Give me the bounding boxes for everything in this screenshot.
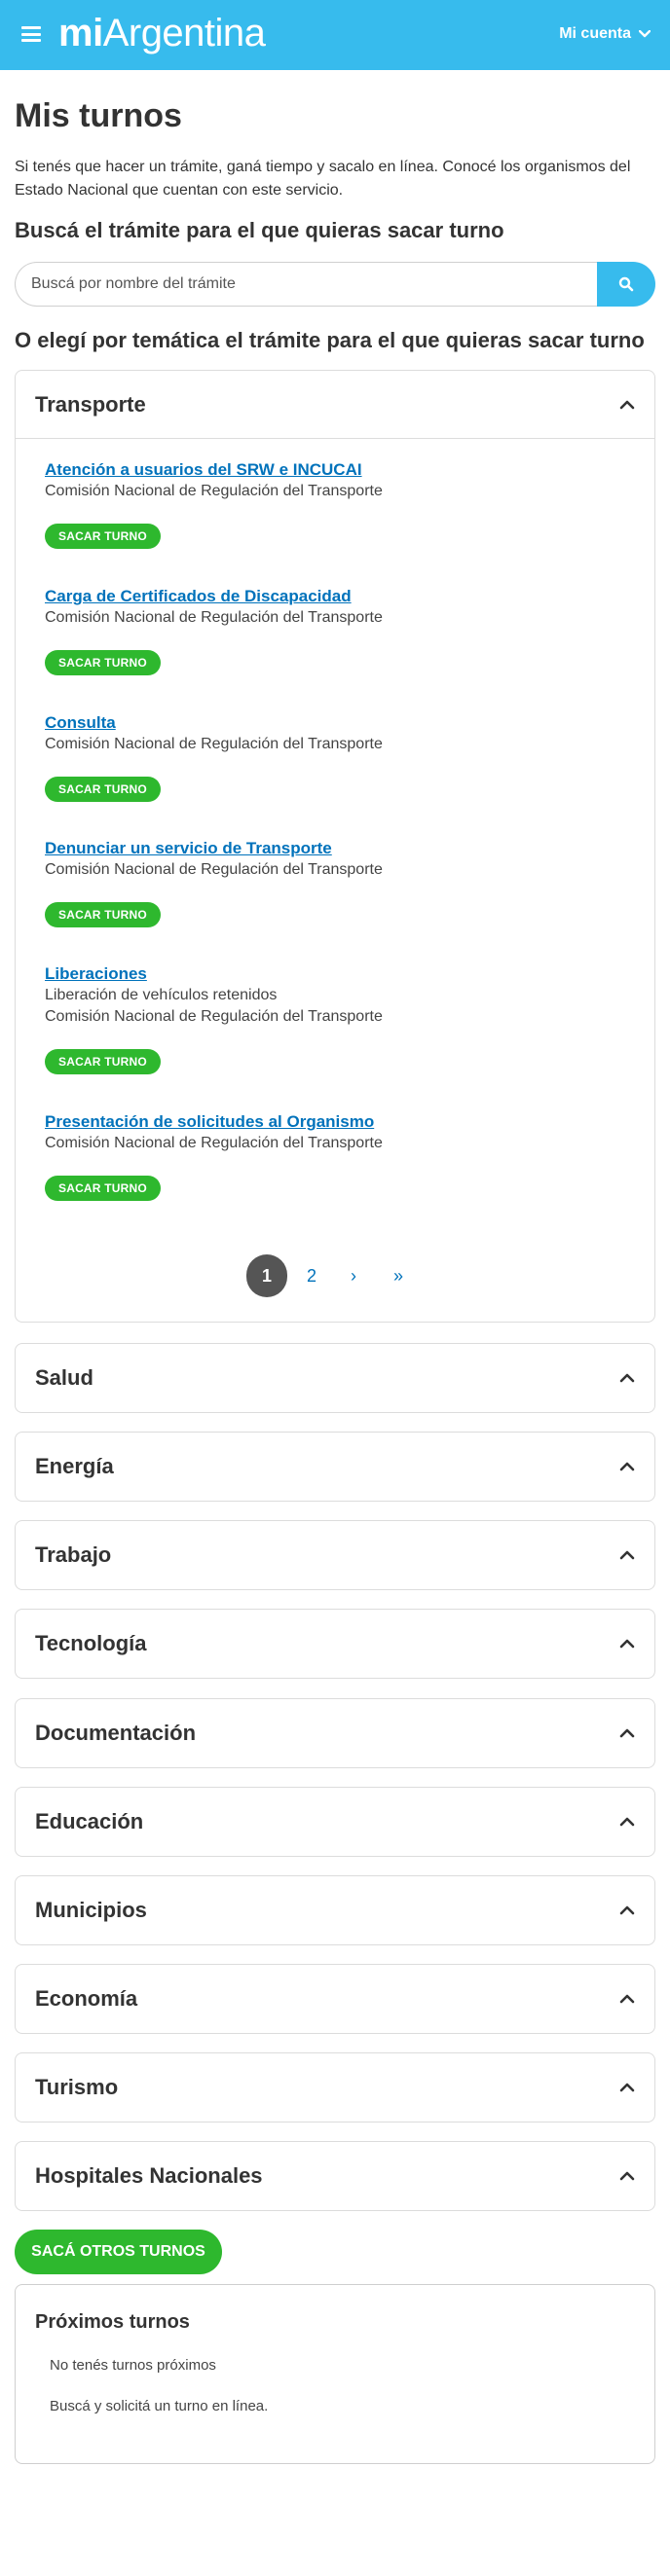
accordion-transporte: Transporte Atención a usuarios del SRW e… — [15, 370, 655, 1323]
chevron-up-icon[interactable] — [619, 1548, 635, 1562]
chevron-up-icon[interactable] — [619, 2081, 635, 2094]
search-appointment-hint: Buscá y solicitá un turno en línea. — [50, 2398, 269, 2414]
chevron-up-icon[interactable] — [619, 1637, 635, 1651]
accordion-tecnologia: Tecnología — [15, 1609, 655, 1679]
tramite-agency: Comisión Nacional de Regulación del Tran… — [45, 736, 383, 752]
sacar-turno-button[interactable]: SACAR TURNO — [45, 902, 161, 927]
tramite-item: Presentación de solicitudes al Organismo… — [45, 1111, 629, 1201]
accordion-title: Municipios — [35, 1898, 147, 1922]
search-heading: Buscá el trámite para el que quieras sac… — [15, 218, 504, 242]
accordion-header-transporte[interactable]: Transporte — [16, 371, 654, 439]
accordion-title: Transporte — [35, 392, 146, 417]
page-1-button[interactable]: 1 — [246, 1254, 287, 1297]
search-icon — [618, 276, 634, 292]
chevron-up-icon[interactable] — [619, 2169, 635, 2183]
tramite-agency: Comisión Nacional de Regulación del Tran… — [45, 1008, 383, 1025]
sacar-turno-button[interactable]: SACAR TURNO — [45, 1049, 161, 1074]
accordion-header-tecnologia[interactable]: Tecnología — [16, 1610, 654, 1678]
sacar-turno-button[interactable]: SACAR TURNO — [45, 1176, 161, 1201]
accordion-title: Energía — [35, 1454, 114, 1478]
sacar-turno-button[interactable]: SACAR TURNO — [45, 524, 161, 549]
accordion-title: Trabajo — [35, 1542, 112, 1567]
tramite-link[interactable]: Denunciar un servicio de Transporte — [45, 838, 629, 859]
accordion-documentacion: Documentación — [15, 1698, 655, 1768]
accordion-title: Tecnología — [35, 1631, 147, 1655]
accordion-title: Salud — [35, 1365, 93, 1390]
saca-otros-turnos-button[interactable]: SACÁ OTROS TURNOS — [15, 2230, 222, 2274]
tramite-item: Liberaciones Liberación de vehículos ret… — [45, 963, 629, 1074]
theme-heading: O elegí por temática el trámite para el … — [15, 328, 645, 352]
accordion-trabajo: Trabajo — [15, 1520, 655, 1590]
search-button[interactable] — [597, 262, 655, 307]
accordion-header-documentacion[interactable]: Documentación — [16, 1699, 654, 1767]
chevron-down-icon — [639, 30, 651, 38]
sacar-turno-button[interactable]: SACAR TURNO — [45, 777, 161, 802]
accordion-title: Hospitales Nacionales — [35, 2163, 263, 2188]
sacar-turno-button[interactable]: SACAR TURNO — [45, 650, 161, 675]
search-input[interactable] — [15, 262, 599, 307]
accordion-header-municipios[interactable]: Municipios — [16, 1876, 654, 1944]
logo-mi: mi — [58, 12, 103, 54]
tramite-item: Denunciar un servicio de Transporte Comi… — [45, 838, 629, 927]
tramite-item: Carga de Certificados de Discapacidad Co… — [45, 586, 629, 675]
accordion-title: Educación — [35, 1809, 144, 1833]
tramite-item: Atención a usuarios del SRW e INCUCAI Co… — [45, 459, 629, 549]
accordion-municipios: Municipios — [15, 1875, 655, 1945]
accordion-salud: Salud — [15, 1343, 655, 1413]
chevron-up-icon[interactable] — [619, 398, 635, 412]
tramite-link[interactable]: Consulta — [45, 712, 629, 734]
page-title: Mis turnos — [15, 97, 182, 134]
accordion-header-energia[interactable]: Energía — [16, 1433, 654, 1501]
chevron-up-icon[interactable] — [619, 1992, 635, 2006]
accordion-economia: Economía — [15, 1964, 655, 2034]
accordion-turismo: Turismo — [15, 2052, 655, 2122]
tramite-agency: Comisión Nacional de Regulación del Tran… — [45, 609, 383, 626]
proximos-turnos-title: Próximos turnos — [35, 2311, 190, 2333]
tramite-item: Consulta Comisión Nacional de Regulación… — [45, 712, 629, 802]
accordion-header-turismo[interactable]: Turismo — [16, 2053, 654, 2122]
tramite-link[interactable]: Presentación de solicitudes al Organismo — [45, 1111, 629, 1133]
top-navbar: miArgentina Mi cuenta — [0, 0, 670, 70]
chevron-up-icon[interactable] — [619, 1726, 635, 1740]
accordion-header-educacion[interactable]: Educación — [16, 1788, 654, 1856]
accordion-energia: Energía — [15, 1432, 655, 1502]
tramite-detail: Liberación de vehículos retenidos — [45, 987, 278, 1003]
intro-text: Si tenés que hacer un trámite, ganá tiem… — [15, 159, 631, 199]
tramite-agency: Comisión Nacional de Regulación del Tran… — [45, 483, 383, 499]
chevron-up-icon[interactable] — [619, 1371, 635, 1385]
tramite-link[interactable]: Carga de Certificados de Discapacidad — [45, 586, 629, 607]
next-page-button[interactable]: › — [333, 1254, 374, 1297]
account-label: Mi cuenta — [559, 25, 631, 42]
tramite-agency: Comisión Nacional de Regulación del Tran… — [45, 861, 383, 878]
hamburger-menu-icon[interactable] — [21, 26, 41, 42]
pagination: 1 2 › » — [16, 1254, 654, 1297]
accordion-header-trabajo[interactable]: Trabajo — [16, 1521, 654, 1589]
tramite-link[interactable]: Atención a usuarios del SRW e INCUCAI — [45, 459, 629, 481]
accordion-hospitales-nacionales: Hospitales Nacionales — [15, 2141, 655, 2211]
tramite-agency: Comisión Nacional de Regulación del Tran… — [45, 1135, 383, 1151]
logo[interactable]: miArgentina — [58, 9, 266, 57]
accordion-header-hospitales-nacionales[interactable]: Hospitales Nacionales — [16, 2142, 654, 2210]
accordion-title: Documentación — [35, 1721, 197, 1745]
no-appointments-message: No tenés turnos próximos — [50, 2357, 216, 2374]
tramite-link[interactable]: Liberaciones — [45, 963, 629, 985]
page-2-button[interactable]: 2 — [291, 1254, 332, 1297]
chevron-up-icon[interactable] — [619, 1460, 635, 1473]
account-menu[interactable]: Mi cuenta — [559, 23, 651, 45]
search-bar — [15, 262, 655, 307]
accordion-header-economia[interactable]: Economía — [16, 1965, 654, 2033]
logo-argentina: Argentina — [102, 12, 266, 54]
accordion-title: Economía — [35, 1986, 138, 2011]
proximos-turnos-card: Próximos turnos No tenés turnos próximos… — [15, 2284, 655, 2464]
last-page-button[interactable]: » — [378, 1254, 419, 1297]
chevron-up-icon[interactable] — [619, 1904, 635, 1917]
accordion-educacion: Educación — [15, 1787, 655, 1857]
accordion-title: Turismo — [35, 2075, 119, 2099]
accordion-header-salud[interactable]: Salud — [16, 1344, 654, 1412]
chevron-up-icon[interactable] — [619, 1815, 635, 1829]
